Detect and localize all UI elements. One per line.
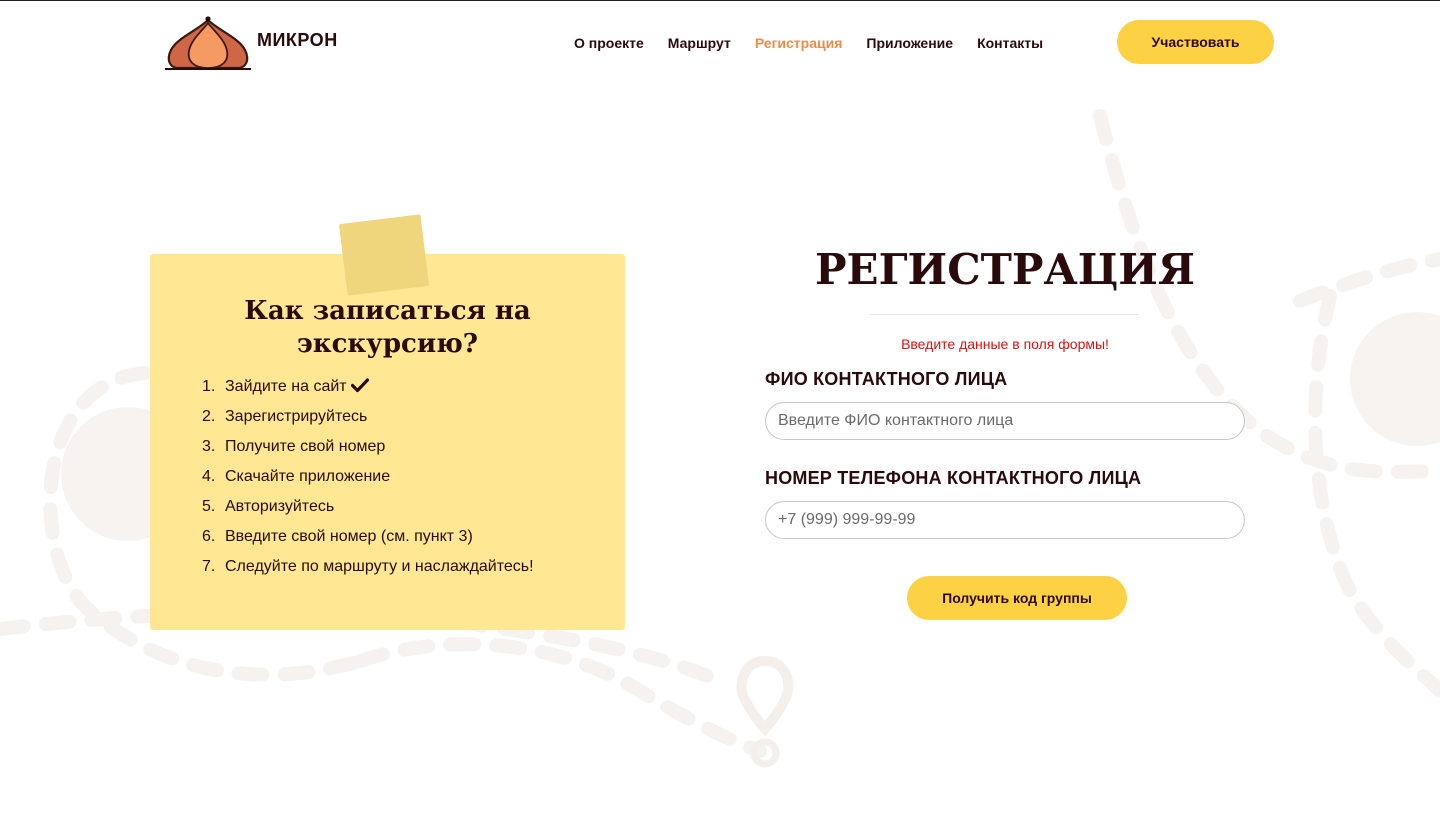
main-nav: О проекте Маршрут Регистрация Приложение…: [574, 35, 1067, 51]
site-header: МИКРОН О проекте Маршрут Регистрация При…: [0, 1, 1440, 91]
logo[interactable]: МИКРОН: [165, 14, 338, 70]
note-tape: [338, 214, 430, 296]
list-item: 7. Следуйте по маршруту и наслаждайтесь!: [202, 558, 534, 575]
nav-item-registration[interactable]: Регистрация: [755, 35, 843, 51]
instructions-title: Как записаться на экскурсию?: [244, 296, 531, 359]
nav-item-route[interactable]: Маршрут: [668, 35, 731, 51]
brand-name: МИКРОН: [257, 30, 338, 50]
participate-button[interactable]: Участвовать: [1117, 20, 1274, 64]
decor-circle-right: [1350, 312, 1440, 446]
list-item: 3. Получите свой номер: [202, 438, 386, 455]
nav-item-app[interactable]: Приложение: [866, 35, 953, 51]
name-field[interactable]: [765, 402, 1245, 440]
form-hint: Введите данные в поля формы!: [901, 336, 1109, 352]
location-pin-icon: [736, 655, 794, 737]
nav-item-about[interactable]: О проекте: [574, 35, 644, 51]
check-icon: [350, 378, 369, 393]
list-item: 4. Скачайте приложение: [202, 468, 391, 485]
title-divider: [870, 314, 1139, 315]
list-item: 2. Зарегистрируйтесь: [202, 408, 368, 425]
list-item: 1. Зайдите на сайт: [202, 372, 534, 402]
get-group-code-button[interactable]: Получить код группы: [907, 576, 1127, 620]
name-label: ФИО КОНТАКТНОГО ЛИЦА: [765, 369, 1008, 389]
phone-label: НОМЕР ТЕЛЕФОНА КОНТАКТНОГО ЛИЦА: [765, 468, 1142, 488]
instructions-card: Как записаться на экскурсию? 1. Зайдите н…: [150, 254, 625, 630]
phone-field[interactable]: [765, 501, 1245, 539]
onion-dome-icon: [165, 16, 251, 70]
list-item: 6. Введите свой номер (см. пункт 3): [202, 528, 473, 545]
list-item: 5. Авторизуйтесь: [202, 498, 335, 515]
instructions-list: 1. Зайдите на сайт 2. Зарегистрируйтесь 3.…: [202, 372, 534, 582]
page-title: РЕГИСТРАЦИЯ: [814, 245, 1196, 294]
nav-item-contacts[interactable]: Контакты: [977, 35, 1043, 51]
